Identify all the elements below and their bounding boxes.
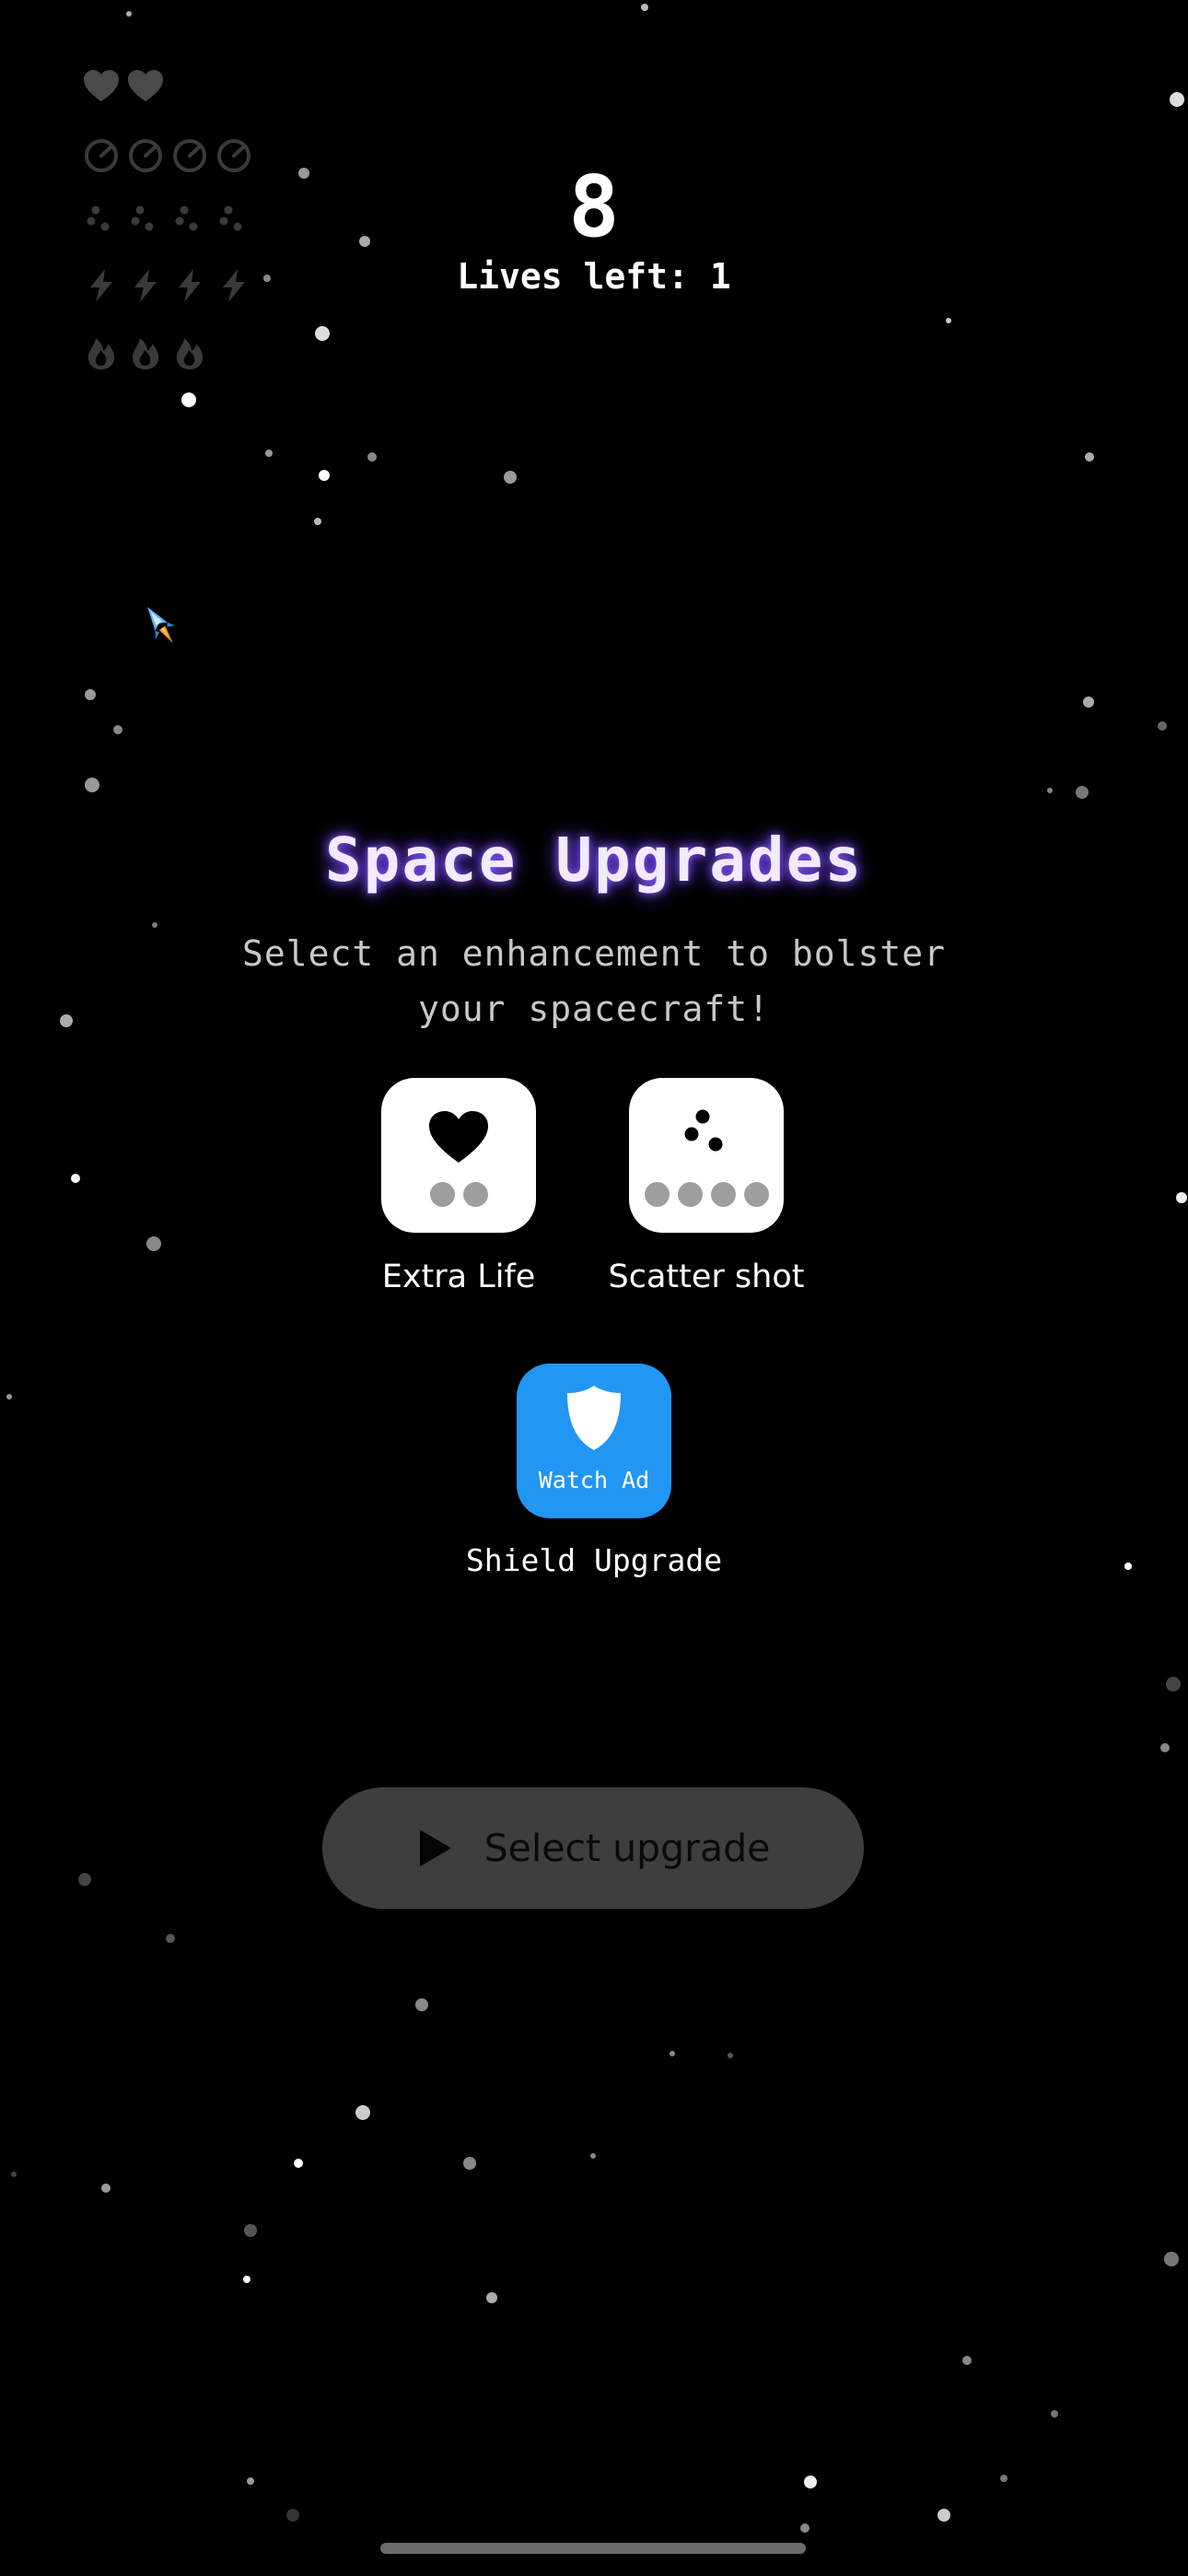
star — [247, 2477, 254, 2485]
level-dot — [462, 1182, 488, 1207]
star — [1176, 1192, 1187, 1203]
star — [1076, 786, 1089, 799]
upgrade-shield[interactable]: Watch Ad Shield Upgrade — [456, 1364, 732, 1578]
star — [1085, 452, 1094, 462]
star — [60, 1014, 73, 1027]
star — [181, 392, 196, 407]
star — [1124, 1563, 1132, 1570]
spaceship-icon — [147, 606, 176, 644]
star — [641, 4, 648, 11]
star — [152, 922, 157, 928]
select-upgrade-label: Select upgrade — [483, 1826, 771, 1870]
star — [244, 2224, 257, 2237]
upgrade-tile[interactable]: Watch Ad — [517, 1364, 671, 1518]
flame-icon — [87, 338, 115, 369]
star — [265, 450, 273, 457]
select-upgrade-button[interactable]: Select upgrade — [322, 1787, 864, 1909]
star — [800, 2523, 809, 2533]
level-dot — [429, 1182, 455, 1207]
upgrade-label: Scatter shot — [608, 1259, 805, 1295]
shield-icon — [567, 1386, 621, 1450]
star — [1158, 721, 1167, 731]
star — [315, 326, 330, 341]
star — [1164, 2252, 1179, 2266]
level-dot — [710, 1182, 736, 1207]
heart-icon — [128, 70, 163, 101]
star — [85, 778, 99, 792]
star — [166, 1934, 175, 1943]
upgrade-tile[interactable] — [381, 1078, 536, 1233]
home-indicator[interactable] — [380, 2543, 806, 2554]
level-dot — [677, 1182, 703, 1207]
lives-left-text: Lives left: 1 — [457, 256, 731, 297]
star — [962, 2356, 972, 2365]
star — [463, 2157, 476, 2170]
star — [590, 2153, 596, 2159]
upgrade-extra-life[interactable]: Extra Life — [320, 1078, 597, 1295]
level-dot — [644, 1182, 670, 1207]
star — [415, 1998, 428, 2011]
star — [1000, 2475, 1007, 2482]
star — [11, 2172, 17, 2177]
star — [294, 2159, 303, 2168]
star — [6, 1394, 12, 1399]
score: 8 — [568, 158, 620, 256]
star — [1160, 1743, 1170, 1752]
star — [938, 2509, 950, 2522]
watch-ad-badge: Watch Ad — [538, 1467, 650, 1493]
star — [126, 11, 132, 17]
star — [504, 471, 517, 484]
star — [367, 452, 377, 462]
upgrade-label: Extra Life — [381, 1259, 536, 1295]
star — [804, 2476, 817, 2488]
star — [85, 689, 96, 700]
star — [946, 318, 951, 323]
upgrade-label: Shield Upgrade — [465, 1542, 723, 1578]
star — [1051, 2410, 1058, 2418]
star — [1047, 788, 1053, 793]
upgrade-tile[interactable] — [629, 1078, 784, 1233]
upgrade-scatter-shot[interactable]: Scatter shot — [568, 1078, 844, 1295]
star — [101, 2184, 111, 2193]
flame-icon — [132, 338, 159, 369]
star — [728, 2053, 733, 2058]
heart-icon — [429, 1111, 488, 1163]
level-dot — [743, 1182, 769, 1207]
star — [243, 2276, 250, 2283]
star — [1083, 697, 1094, 708]
hud-fire-row — [83, 334, 208, 371]
star — [78, 1873, 91, 1886]
flame-icon — [176, 338, 204, 369]
star — [113, 725, 122, 734]
level-dots — [381, 1182, 536, 1207]
star — [1170, 92, 1184, 107]
heart-icon — [84, 70, 119, 101]
play-icon — [419, 1830, 451, 1867]
level-dots — [629, 1182, 784, 1207]
star — [355, 2105, 370, 2120]
star — [319, 470, 330, 481]
star — [486, 2292, 497, 2303]
star — [314, 518, 321, 525]
star — [286, 2509, 299, 2522]
dialog-title: Space Upgrades — [324, 825, 864, 896]
star — [670, 2051, 675, 2056]
star — [71, 1174, 80, 1183]
star — [146, 1236, 161, 1251]
star — [1166, 1677, 1181, 1692]
scatter-icon — [684, 1109, 723, 1152]
dialog-subtitle: Select an enhancement to bolster your sp… — [241, 933, 947, 1029]
hud-lives-row — [83, 68, 164, 105]
